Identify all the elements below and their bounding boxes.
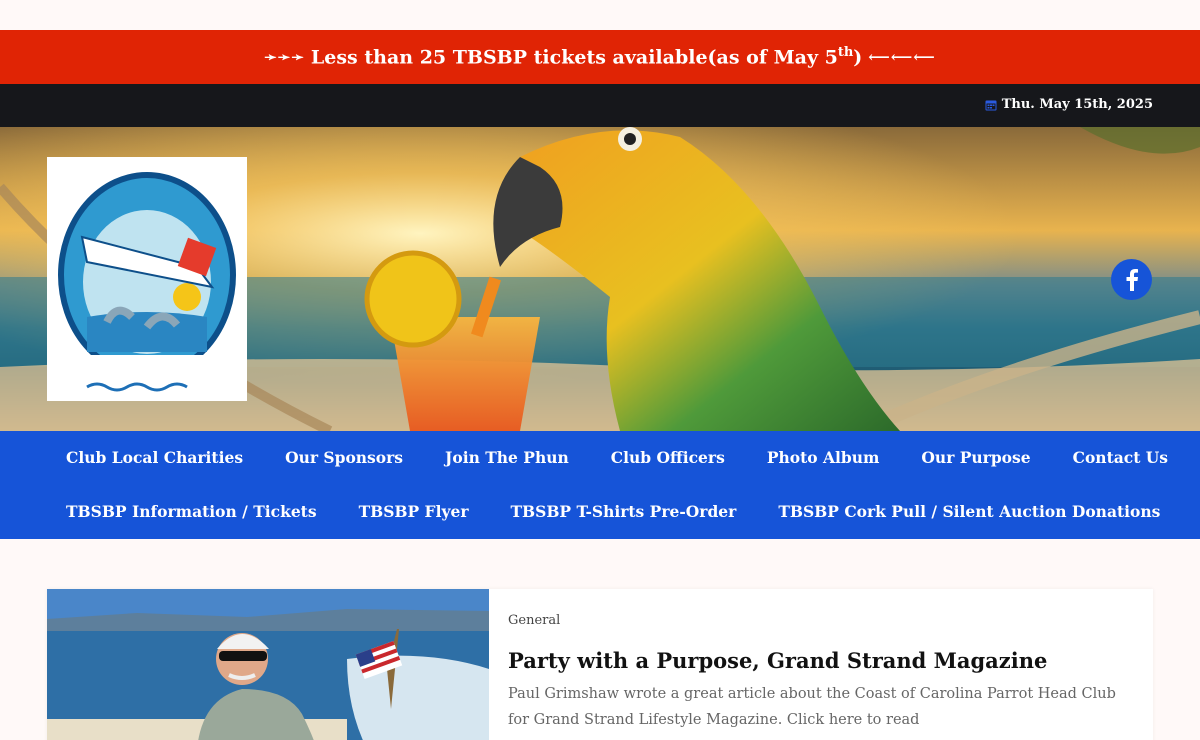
nav-item-tbsbp-information-tickets[interactable]: TBSBP Information / Tickets (45, 485, 338, 539)
nav-row-2: TBSBP Information / Tickets TBSBP Flyer … (45, 485, 1181, 539)
nav-item-our-purpose[interactable]: Our Purpose (900, 431, 1051, 485)
nav-item-tbsbp-cork-pull[interactable]: TBSBP Cork Pull / Silent Auction Donatio… (757, 485, 1181, 539)
post-excerpt: Paul Grimshaw wrote a great article abou… (508, 686, 1116, 728)
top-bar: Thu. May 15th, 2025 (0, 84, 1200, 127)
nav-item-club-officers[interactable]: Club Officers (590, 431, 746, 485)
man-on-boat-image (47, 589, 489, 740)
date-text: Thu. May 15th, 2025 (1001, 97, 1153, 112)
arrows-left-icon: ➛➛➛ (264, 48, 305, 66)
post-title[interactable]: Party with a Purpose, Grand Strand Magaz… (508, 648, 1138, 673)
club-logo[interactable] (47, 157, 247, 401)
announcement-banner: ➛➛➛ Less than 25 TBSBP tickets available… (0, 30, 1200, 84)
nav-row-1: Club Local Charities Our Sponsors Join T… (45, 431, 1189, 485)
facebook-icon (1126, 268, 1138, 291)
date-display: Thu. May 15th, 2025 (985, 97, 1153, 112)
nav-item-photo-album[interactable]: Photo Album (746, 431, 901, 485)
parrot-head-club-logo-icon (58, 172, 236, 393)
post-card: General Party with a Purpose, Grand Stra… (47, 589, 1153, 740)
nav-item-tbsbp-flyer[interactable]: TBSBP Flyer (338, 485, 490, 539)
nav-item-our-sponsors[interactable]: Our Sponsors (264, 431, 424, 485)
announcement-text: Less than 25 TBSBP tickets available(as … (310, 45, 863, 69)
nav-item-join-the-phun[interactable]: Join The Phun (424, 431, 590, 485)
calendar-icon (985, 100, 997, 110)
post-category[interactable]: General (508, 613, 1138, 628)
arrows-right-icon: ⟵⟵⟵ (868, 48, 936, 66)
post-thumbnail[interactable] (47, 589, 489, 740)
nav-item-club-local-charities[interactable]: Club Local Charities (45, 431, 264, 485)
main-navigation: Club Local Charities Our Sponsors Join T… (0, 431, 1200, 539)
nav-item-tbsbp-tshirts-preorder[interactable]: TBSBP T-Shirts Pre-Order (490, 485, 758, 539)
nav-item-contact-us[interactable]: Contact Us (1052, 431, 1189, 485)
post-content: General Party with a Purpose, Grand Stra… (508, 613, 1138, 733)
facebook-button[interactable] (1111, 259, 1152, 300)
